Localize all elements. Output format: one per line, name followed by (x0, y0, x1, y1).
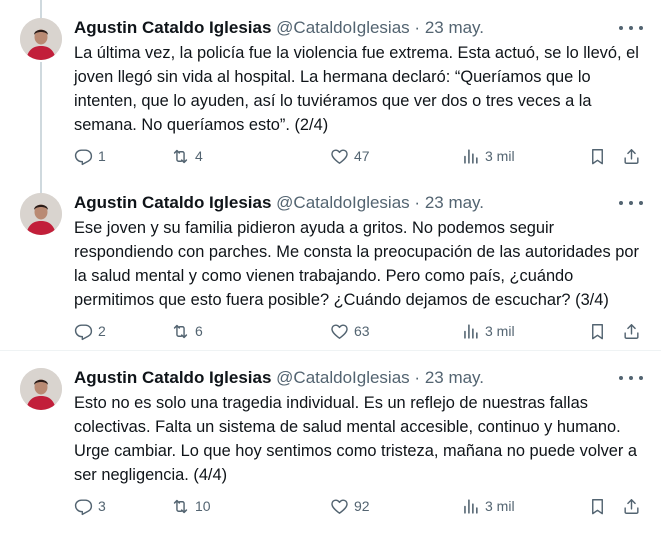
reply-button[interactable]: 1 (74, 145, 106, 167)
bookmark-icon (592, 498, 603, 514)
avatar[interactable] (20, 18, 62, 60)
views-button[interactable]: 3 mil (461, 495, 515, 517)
views-count: 3 mil (485, 498, 515, 514)
more-horizontal-icon (619, 201, 623, 205)
tweet-actions: 2 6 63 3 mil (74, 320, 644, 342)
retweet-count: 4 (195, 148, 203, 164)
like-count: 92 (354, 498, 370, 514)
like-button[interactable]: 63 (330, 320, 370, 342)
author-handle[interactable]: @CataldoIglesias (276, 193, 410, 212)
tweet-thread: Agustin Cataldo Iglesias @CataldoIglesia… (0, 0, 661, 538)
header-separator: · (414, 193, 421, 212)
more-horizontal-icon (619, 376, 623, 380)
reply-icon (74, 323, 93, 340)
retweet-icon (173, 499, 188, 513)
avatar[interactable] (20, 368, 62, 410)
reply-icon (74, 148, 93, 165)
author-name[interactable]: Agustin Cataldo Iglesias (74, 18, 271, 37)
author-handle[interactable]: @CataldoIglesias (276, 368, 410, 387)
bookmark-icon (592, 323, 603, 339)
retweet-icon (173, 324, 188, 338)
reply-count: 1 (98, 148, 106, 164)
views-bar-chart-icon (464, 323, 478, 339)
share-icon (624, 323, 639, 339)
tweet-text: Esto no es solo una tragedia individual.… (74, 394, 638, 484)
share-button[interactable] (622, 320, 641, 342)
retweet-button[interactable]: 6 (171, 320, 203, 342)
header-separator: · (414, 368, 421, 387)
thread-connector-line (40, 62, 42, 175)
views-button[interactable]: 3 mil (461, 145, 515, 167)
views-count: 3 mil (485, 323, 515, 339)
tweet-header: Agustin Cataldo Iglesias @CataldoIglesia… (74, 367, 617, 389)
views-bar-chart-icon (464, 148, 478, 164)
heart-icon (331, 323, 348, 339)
heart-icon (331, 148, 348, 164)
views-button[interactable]: 3 mil (461, 320, 515, 342)
reply-button[interactable]: 2 (74, 320, 106, 342)
like-count: 63 (354, 323, 370, 339)
tweet[interactable]: Agustin Cataldo Iglesias @CataldoIglesia… (0, 0, 661, 175)
tweet-text: Ese joven y su familia pidieron ayuda a … (74, 219, 639, 309)
views-count: 3 mil (485, 148, 515, 164)
like-count: 47 (354, 148, 370, 164)
thread-connector-line (40, 0, 42, 18)
author-name[interactable]: Agustin Cataldo Iglesias (74, 368, 271, 387)
more-options-button[interactable] (619, 195, 643, 211)
tweet-header: Agustin Cataldo Iglesias @CataldoIglesia… (74, 192, 617, 214)
like-button[interactable]: 92 (330, 495, 370, 517)
tweet-header: Agustin Cataldo Iglesias @CataldoIglesia… (74, 17, 617, 39)
more-options-button[interactable] (619, 20, 643, 36)
tweet-date[interactable]: 23 may. (425, 18, 484, 37)
bookmark-button[interactable] (588, 145, 607, 167)
tweet-date[interactable]: 23 may. (425, 193, 484, 212)
share-button[interactable] (622, 145, 641, 167)
like-button[interactable]: 47 (330, 145, 370, 167)
more-horizontal-icon (619, 26, 623, 30)
tweet-text: La última vez, la policía fue la violenc… (74, 44, 639, 134)
retweet-button[interactable]: 10 (171, 495, 211, 517)
reply-icon (74, 498, 93, 515)
views-bar-chart-icon (464, 498, 478, 514)
header-separator: · (414, 18, 421, 37)
share-icon (624, 148, 639, 164)
retweet-icon (173, 149, 188, 163)
bookmark-button[interactable] (588, 495, 607, 517)
retweet-count: 10 (195, 498, 211, 514)
tweet-actions: 3 10 92 3 mil (74, 495, 644, 517)
avatar[interactable] (20, 193, 62, 235)
heart-icon (331, 498, 348, 514)
bookmark-button[interactable] (588, 320, 607, 342)
reply-count: 3 (98, 498, 106, 514)
author-handle[interactable]: @CataldoIglesias (276, 18, 410, 37)
tweet-date[interactable]: 23 may. (425, 368, 484, 387)
more-options-button[interactable] (619, 370, 643, 386)
thread-connector-line (40, 175, 42, 193)
author-name[interactable]: Agustin Cataldo Iglesias (74, 193, 271, 212)
bookmark-icon (592, 148, 603, 164)
reply-count: 2 (98, 323, 106, 339)
share-button[interactable] (622, 495, 641, 517)
tweet-actions: 1 4 47 3 mil (74, 145, 644, 167)
retweet-button[interactable]: 4 (171, 145, 203, 167)
retweet-count: 6 (195, 323, 203, 339)
tweet[interactable]: Agustin Cataldo Iglesias @CataldoIglesia… (0, 175, 661, 351)
tweet[interactable]: Agustin Cataldo Iglesias @CataldoIglesia… (0, 350, 661, 525)
share-icon (624, 498, 639, 514)
reply-button[interactable]: 3 (74, 495, 106, 517)
